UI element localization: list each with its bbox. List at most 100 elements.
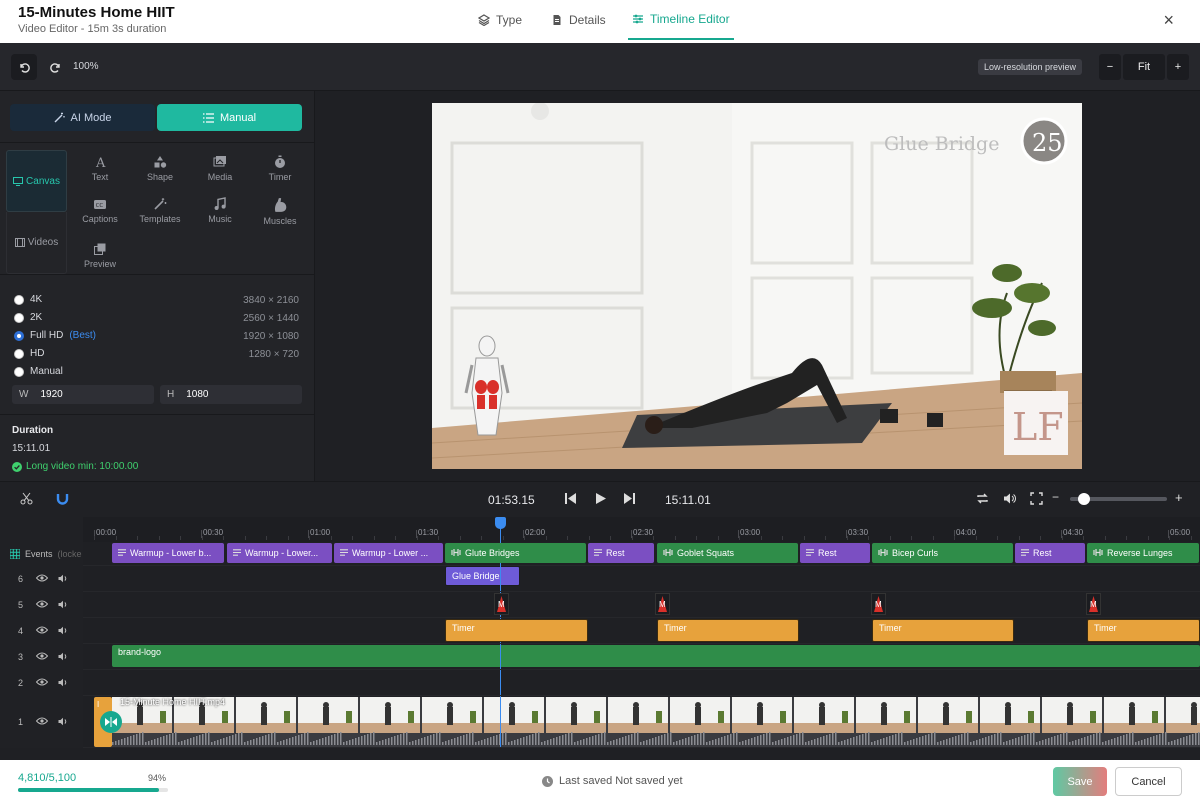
event-clip[interactable]: Warmup - Lower ... [334, 543, 443, 563]
volume-icon[interactable] [1003, 492, 1016, 510]
radio-button[interactable] [14, 348, 24, 359]
event-clip[interactable]: Glute Bridges [445, 543, 586, 563]
event-clip[interactable]: Warmup - Lower... [227, 543, 332, 563]
ruler-tick-label: 00:30 [203, 528, 224, 537]
ruler-minor-tick [373, 536, 375, 540]
event-clip[interactable]: Goblet Squats [657, 543, 798, 563]
muscle-marker[interactable]: M [1086, 593, 1101, 615]
sidetab-videos[interactable]: Videos [6, 212, 67, 274]
speaker-icon[interactable] [58, 652, 68, 663]
radio-button[interactable] [14, 366, 24, 377]
speaker-icon[interactable] [58, 626, 68, 637]
resolution-label: 4K [30, 294, 43, 305]
resolution-option-4k[interactable]: 4K [14, 294, 42, 305]
redo-button[interactable] [46, 58, 64, 76]
ai-mode-button[interactable]: AI Mode [10, 104, 155, 131]
loop-icon[interactable] [976, 492, 989, 510]
speaker-icon[interactable] [58, 574, 68, 585]
cancel-button[interactable]: Cancel [1115, 767, 1182, 796]
ruler-minor-tick [846, 536, 848, 540]
event-clip[interactable]: Warmup - Lower b... [112, 543, 224, 563]
radio-button-selected[interactable] [14, 330, 24, 341]
fit-button[interactable]: Fit [1123, 54, 1165, 80]
event-clip-label: Warmup - Lower... [245, 548, 319, 558]
eye-icon[interactable] [35, 717, 49, 727]
skip-back-button[interactable] [564, 492, 577, 510]
skip-forward-button[interactable] [623, 492, 636, 510]
zoom-out-button[interactable]: − [1099, 54, 1121, 80]
event-clip[interactable]: Reverse Lunges [1087, 543, 1199, 563]
ruler-tick-label: 04:00 [956, 528, 977, 537]
eye-icon[interactable] [35, 574, 49, 584]
video-preview[interactable]: Glue Bridge 25 LF [432, 103, 1082, 469]
eye-icon[interactable] [35, 678, 49, 688]
event-clip-label: Bicep Curls [892, 548, 939, 558]
speaker-icon[interactable] [58, 717, 68, 728]
timeline-zoom-out[interactable]: − [1052, 490, 1059, 504]
page-title: 15-Minutes Home HIIT [18, 4, 175, 21]
category-text[interactable]: A Text [70, 155, 130, 182]
resolution-option-hd[interactable]: HD [14, 348, 44, 359]
sidetab-canvas[interactable]: Canvas [6, 150, 67, 212]
play-button[interactable] [594, 492, 607, 510]
save-button[interactable]: Save [1053, 767, 1107, 796]
eye-icon[interactable] [35, 626, 49, 636]
ruler-tick-label: 02:00 [525, 528, 546, 537]
event-clip[interactable]: Bicep Curls [872, 543, 1013, 563]
eye-icon[interactable] [35, 600, 49, 610]
timer-clip[interactable]: Timer [872, 619, 1014, 642]
resolution-option-full-hd[interactable]: Full HD (Best) [14, 330, 96, 341]
ruler-minor-tick [309, 536, 310, 540]
page-subtitle: Video Editor - 15m 3s duration [18, 23, 167, 35]
muscle-marker[interactable]: M [494, 593, 509, 615]
radio-button[interactable] [14, 294, 24, 305]
width-label: W [19, 389, 29, 400]
timer-clip[interactable]: Timer [657, 619, 799, 642]
tab-type[interactable]: Type [478, 0, 522, 39]
magnet-icon[interactable] [56, 492, 69, 510]
height-value[interactable]: 1080 [186, 389, 208, 400]
ruler-tick-label: 04:30 [1063, 528, 1084, 537]
event-clip[interactable]: Rest [800, 543, 870, 563]
track-row [83, 592, 1200, 618]
width-value[interactable]: 1920 [40, 389, 62, 400]
timeline-zoom-in[interactable]: + [1175, 490, 1183, 505]
speaker-icon[interactable] [58, 678, 68, 689]
tab-details[interactable]: Details [551, 0, 606, 39]
speaker-icon[interactable] [58, 600, 68, 611]
low-resolution-badge[interactable]: Low-resolution preview [978, 59, 1083, 75]
category-templates[interactable]: Templates [130, 197, 190, 224]
close-icon[interactable]: × [1163, 10, 1174, 31]
ruler-minor-tick [954, 536, 955, 540]
timer-clip[interactable]: Timer [445, 619, 588, 642]
usage-progress-fill [18, 788, 159, 792]
resolution-option-2k[interactable]: 2K [14, 312, 42, 323]
zoom-in-button[interactable]: + [1167, 54, 1189, 80]
timer-clip[interactable]: Timer [1087, 619, 1200, 642]
resolution-option-manual[interactable]: Manual [14, 366, 63, 377]
ruler-tick-label: 03:30 [848, 528, 869, 537]
category-timer[interactable]: Timer [250, 155, 310, 182]
tab-timeline-editor[interactable]: Timeline Editor [628, 0, 734, 40]
fullscreen-icon[interactable] [1030, 492, 1043, 510]
category-preview[interactable]: Preview [70, 242, 130, 269]
height-field[interactable]: H 1080 [160, 385, 302, 404]
event-clip[interactable]: Rest [588, 543, 654, 563]
category-shape-label: Shape [146, 172, 174, 182]
category-media[interactable]: Media [190, 155, 250, 182]
category-captions[interactable]: CC Captions [70, 197, 130, 224]
undo-button[interactable] [11, 54, 37, 80]
width-field[interactable]: W 1920 [12, 385, 154, 404]
muscle-marker[interactable]: M [871, 593, 886, 615]
category-shape[interactable]: Shape [130, 155, 190, 182]
eye-icon[interactable] [35, 652, 49, 662]
category-muscles[interactable]: Muscles [250, 197, 310, 226]
category-music[interactable]: Music [190, 197, 250, 224]
muscle-marker[interactable]: M [655, 593, 670, 615]
ruler-tick-label: 02:30 [633, 528, 654, 537]
timeline-zoom-handle[interactable] [1078, 493, 1090, 505]
manual-mode-button[interactable]: Manual [157, 104, 302, 131]
scissors-icon[interactable] [20, 492, 33, 510]
event-clip[interactable]: Rest [1015, 543, 1085, 563]
radio-button[interactable] [14, 312, 24, 323]
